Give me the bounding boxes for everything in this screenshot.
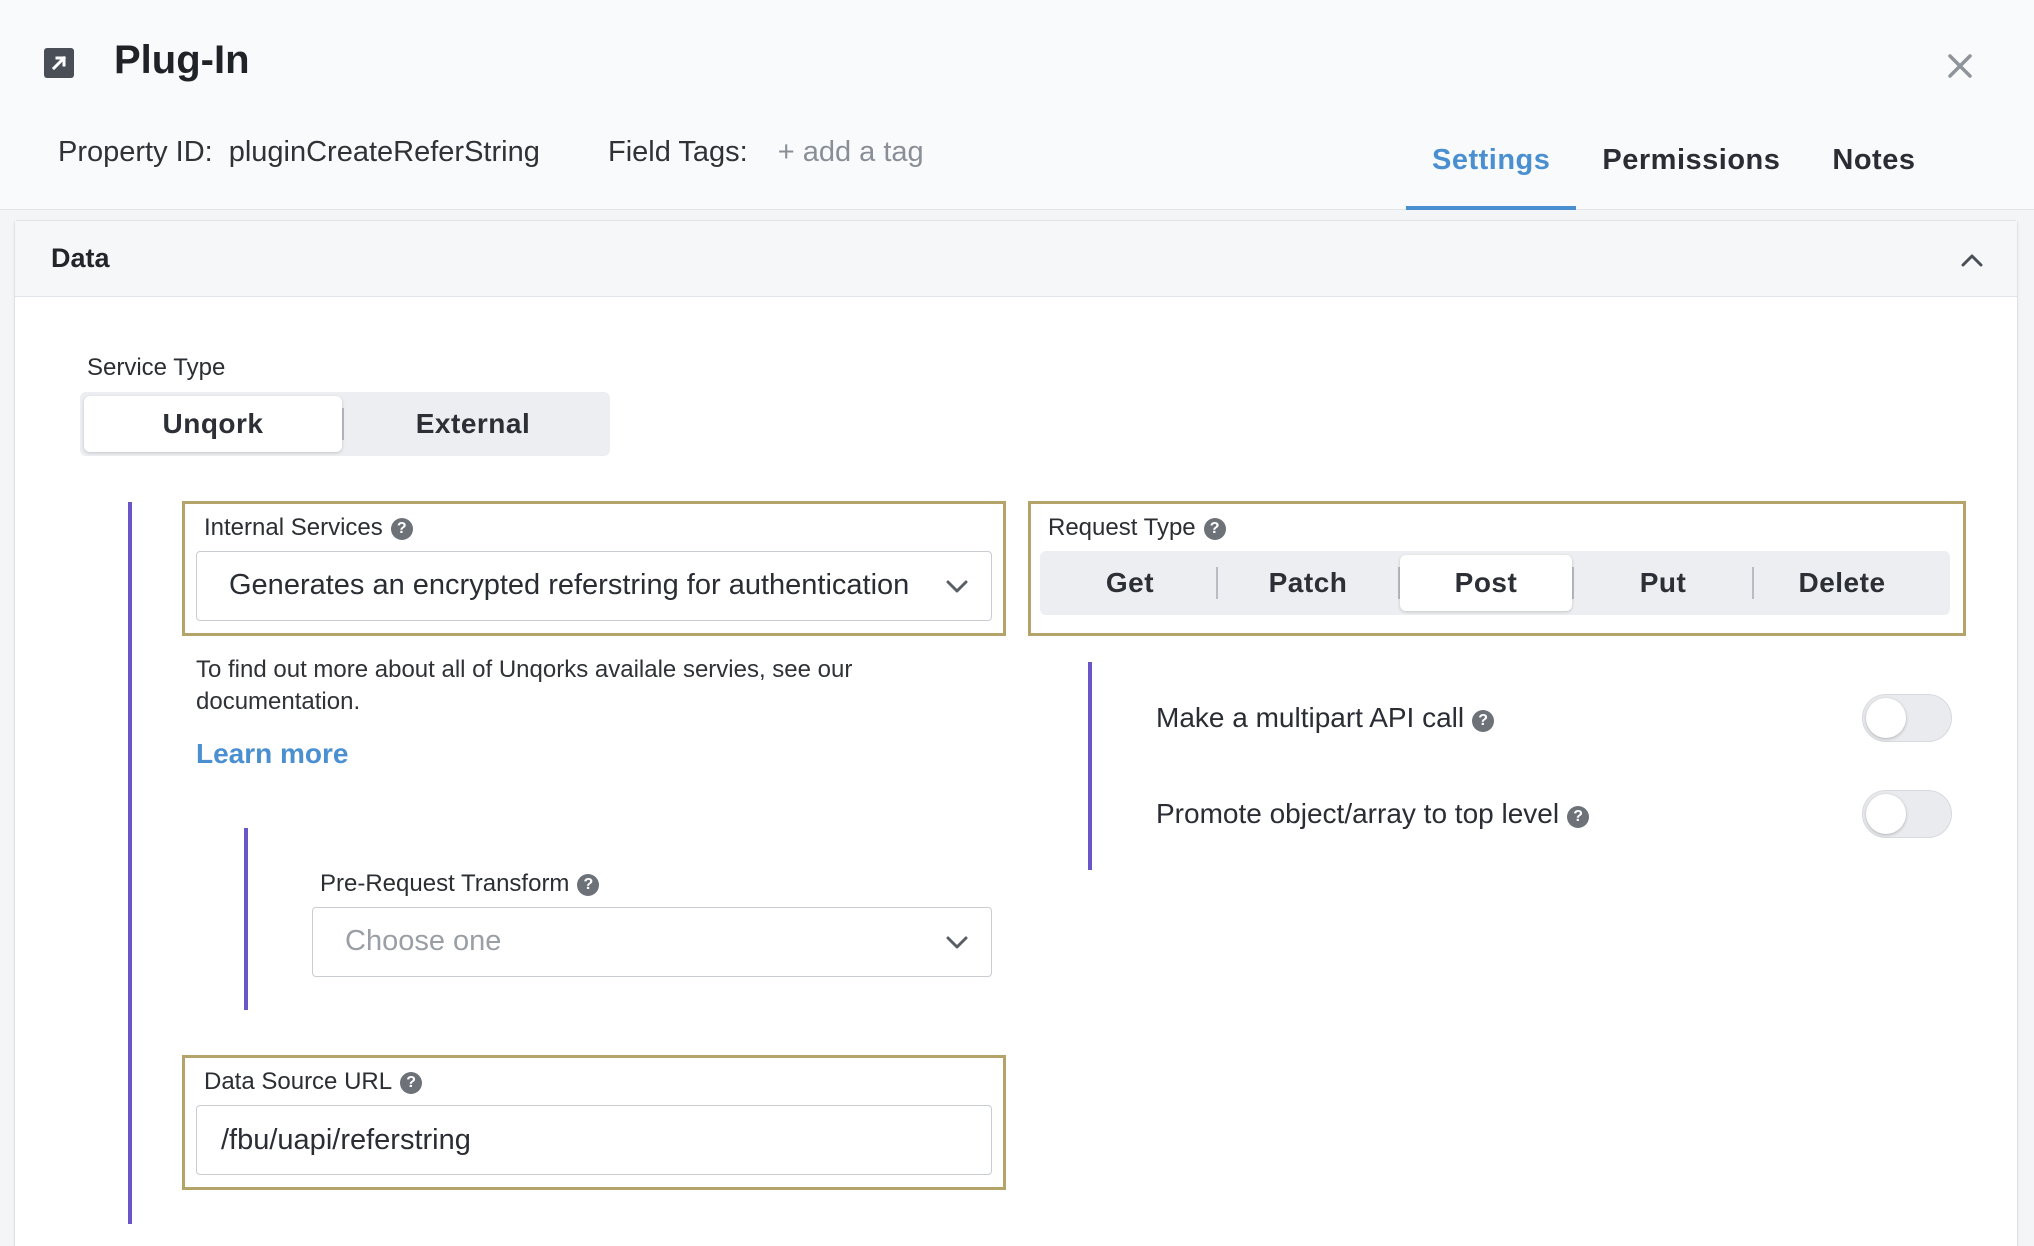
multipart-label: Make a multipart API call [1156, 702, 1465, 733]
help-icon[interactable]: ? [1567, 806, 1590, 828]
request-type-post[interactable]: Post [1400, 555, 1572, 611]
close-icon[interactable] [1940, 46, 1980, 86]
request-type-toggle: Get Patch Post Put Delete [1040, 551, 1950, 615]
indent-line-left [128, 502, 132, 1224]
tab-permissions[interactable]: Permissions [1576, 120, 1806, 210]
indent-line-transform [244, 828, 248, 1010]
request-type-put[interactable]: Put [1574, 555, 1752, 611]
help-icon[interactable]: ? [577, 874, 600, 896]
modal-header: Plug-In Property ID: pluginCreateReferStr… [0, 0, 2034, 210]
service-type-toggle: Unqork External [80, 392, 610, 456]
field-tags-label: Field Tags: [608, 136, 748, 168]
tab-settings[interactable]: Settings [1406, 120, 1577, 210]
property-id-label: Property ID: [58, 136, 213, 168]
internal-services-value: Generates an encrypted referstring for a… [229, 569, 910, 601]
internal-services-select[interactable]: Generates an encrypted referstring for a… [196, 551, 992, 621]
pre-request-transform-label: Pre-Request Transform [320, 870, 570, 897]
multipart-toggle[interactable] [1862, 694, 1952, 742]
panel-title: Data [51, 243, 110, 273]
indent-line-request [1088, 662, 1092, 870]
request-type-patch[interactable]: Patch [1218, 555, 1398, 611]
service-type-label: Service Type [87, 354, 226, 381]
help-icon[interactable]: ? [400, 1072, 423, 1094]
chevron-down-icon [946, 936, 968, 949]
toggle-knob [1866, 794, 1906, 834]
help-icon[interactable]: ? [390, 518, 413, 540]
pre-request-transform-placeholder: Choose one [345, 925, 502, 957]
pre-request-transform-label-wrap: Pre-Request Transform? [320, 870, 600, 898]
property-id-value: pluginCreateReferString [228, 136, 540, 168]
request-type-label-wrap: Request Type? [1048, 514, 1226, 542]
property-id: Property ID: pluginCreateReferString [58, 136, 540, 169]
toggle-knob [1866, 698, 1906, 738]
promote-toggle-row: Promote object/array to top level? [1156, 798, 1590, 830]
data-panel-header[interactable]: Data [15, 221, 2017, 297]
add-tag-link[interactable]: + add a tag [778, 136, 924, 168]
internal-services-label: Internal Services [204, 514, 383, 541]
chevron-up-icon[interactable] [1955, 243, 1989, 277]
help-icon[interactable]: ? [1203, 518, 1226, 540]
tab-bar: Settings Permissions Notes [1406, 120, 1941, 210]
internal-services-label-wrap: Internal Services? [204, 514, 413, 542]
promote-label: Promote object/array to top level [1156, 798, 1560, 829]
data-source-url-input[interactable]: /fbu/uapi/referstring [196, 1105, 992, 1175]
info-text: To find out more about all of Unqorks av… [196, 656, 853, 715]
service-type-external[interactable]: External [344, 396, 602, 452]
chevron-down-icon [946, 580, 968, 593]
request-type-delete[interactable]: Delete [1754, 555, 1930, 611]
tab-notes[interactable]: Notes [1806, 120, 1941, 210]
service-type-unqork[interactable]: Unqork [84, 396, 342, 452]
modal-title: Plug-In [114, 38, 250, 82]
request-type-label: Request Type [1048, 514, 1196, 541]
external-link-icon [44, 48, 74, 78]
request-type-get[interactable]: Get [1044, 555, 1216, 611]
field-tags: Field Tags: + add a tag [608, 136, 924, 169]
promote-toggle[interactable] [1862, 790, 1952, 838]
pre-request-transform-select[interactable]: Choose one [312, 907, 992, 977]
data-source-url-label: Data Source URL [204, 1068, 393, 1095]
help-icon[interactable]: ? [1472, 710, 1495, 732]
multipart-toggle-row: Make a multipart API call? [1156, 702, 1495, 734]
learn-more-link[interactable]: Learn more [196, 738, 349, 770]
data-source-url-label-wrap: Data Source URL? [204, 1068, 423, 1096]
